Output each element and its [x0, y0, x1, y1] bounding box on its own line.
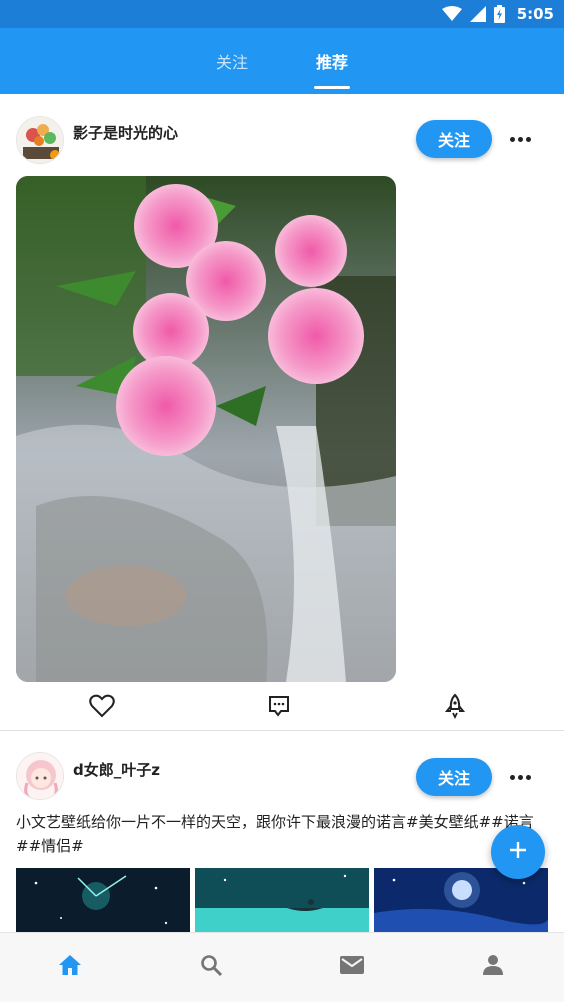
feed-post: d女郎_叶子z 关注 小文艺壁纸给你一片不一样的天空，跟你许下最浪漫的诺言#美女…	[0, 732, 564, 932]
mail-icon[interactable]	[338, 951, 366, 979]
boat-on-sea-thumbnail[interactable]	[195, 868, 369, 932]
search-icon[interactable]	[197, 951, 225, 979]
home-icon[interactable]	[56, 951, 84, 979]
rocket-icon[interactable]	[441, 692, 469, 720]
follow-button[interactable]: 关注	[416, 758, 492, 796]
feed[interactable]: 影子是时光的心 关注 d女郎_叶子z 关注 小文艺壁纸给你一片不一样的天空，跟你…	[0, 94, 564, 932]
avatar[interactable]	[16, 116, 64, 164]
heart-icon[interactable]	[88, 692, 116, 720]
post-actions	[0, 692, 564, 722]
comment-icon[interactable]	[265, 692, 293, 720]
battery-charging-icon	[493, 5, 505, 23]
more-options-icon[interactable]	[506, 766, 534, 788]
create-post-button[interactable]	[491, 825, 545, 879]
post-header: 影子是时光的心 关注	[0, 94, 564, 176]
top-tab-bar: 关注 推荐	[0, 28, 564, 94]
person-icon[interactable]	[479, 951, 507, 979]
app-screen: 5:05 关注 推荐 影子是时光的心 关注 d女郎_叶子z 关注 小文艺壁纸给你…	[0, 0, 564, 1002]
tab-recommended[interactable]: 推荐	[314, 43, 351, 89]
avatar[interactable]	[16, 752, 64, 800]
post-image[interactable]	[16, 176, 396, 682]
more-options-icon[interactable]	[506, 128, 534, 150]
starry-sky-thumbnail[interactable]	[16, 868, 190, 932]
status-bar: 5:05	[0, 0, 564, 28]
post-divider	[0, 730, 564, 731]
post-header: d女郎_叶子z 关注	[0, 732, 564, 814]
post-username[interactable]: d女郎_叶子z	[73, 759, 160, 780]
post-text: 小文艺壁纸给你一片不一样的天空，跟你许下最浪漫的诺言#美女壁纸##诺言##情侣#	[16, 813, 534, 855]
follow-button[interactable]: 关注	[416, 120, 492, 158]
feed-post: 影子是时光的心 关注	[0, 94, 564, 731]
post-thumbnails	[16, 868, 548, 932]
status-time: 5:05	[516, 5, 554, 23]
tab-following[interactable]: 关注	[214, 43, 250, 79]
post-username[interactable]: 影子是时光的心	[73, 122, 178, 143]
wifi-icon	[441, 6, 462, 22]
bottom-navigation	[0, 932, 564, 1002]
cellular-signal-icon	[469, 6, 486, 22]
plus-icon	[508, 840, 528, 864]
